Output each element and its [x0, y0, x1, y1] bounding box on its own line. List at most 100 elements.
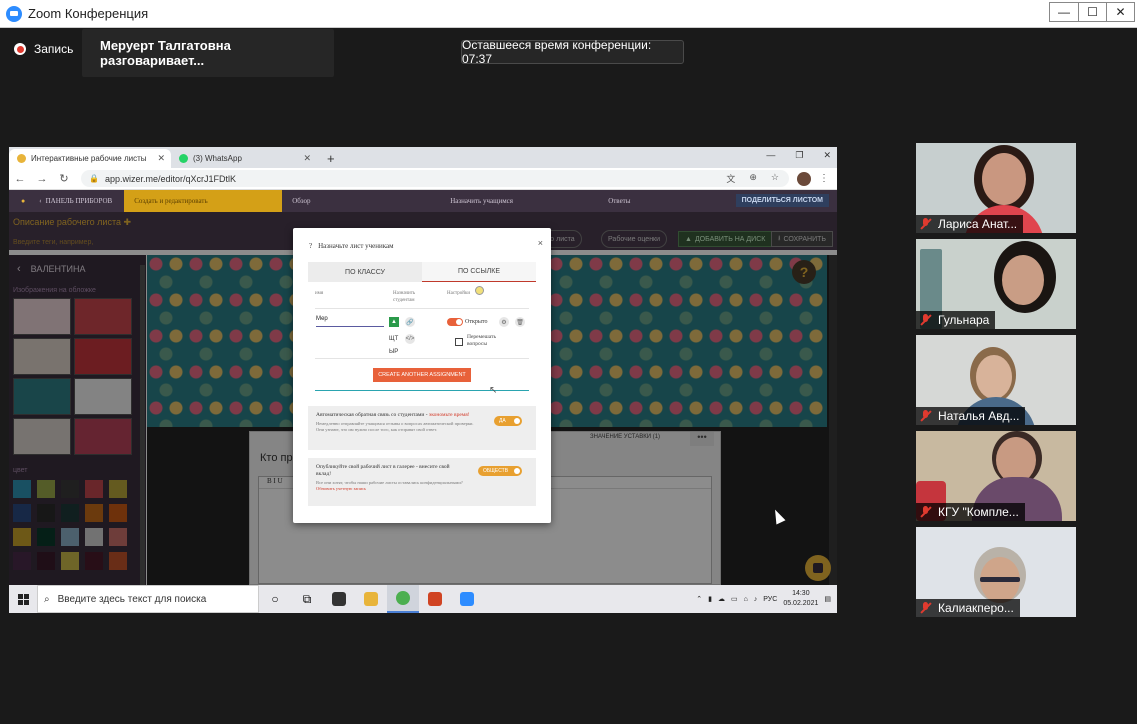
minimize-button[interactable]: — [1050, 3, 1078, 21]
volume-icon[interactable]: ♪ [754, 596, 758, 603]
participant-face [1002, 255, 1044, 305]
taskbar-search[interactable]: ⌕ Введите здесь текст для поиска [37, 585, 259, 613]
shuffle-label: Перемешать вопросы [467, 334, 496, 347]
step-review[interactable]: Обзор [282, 190, 440, 212]
column-students: Назначить студентам [393, 291, 416, 303]
status-label: Открыто [465, 319, 488, 325]
publish-toggle[interactable]: ОБЩЕСТВ [478, 466, 522, 476]
column-settings: Настройки [447, 291, 471, 296]
browser-tab-wizer[interactable]: Интерактивные рабочие листы ✕ [9, 149, 171, 168]
embed-code-icon[interactable]: </> [405, 334, 415, 344]
participant-name: Лариса Анат... [916, 215, 1024, 233]
cortana-icon[interactable]: ○ [259, 585, 291, 613]
windows-start-icon[interactable] [9, 585, 37, 613]
link-icon[interactable]: 🔗 [405, 317, 415, 327]
record-icon [14, 43, 26, 55]
maximize-button[interactable]: ☐ [1078, 3, 1106, 21]
tab-by-link[interactable]: ПО ССЫЛКЕ [422, 262, 536, 282]
reload-icon[interactable]: ↻ [53, 172, 75, 185]
close-icon[interactable]: × [538, 238, 543, 248]
modal-title: ? Назначьте лист ученикам [309, 242, 394, 250]
notifications-icon[interactable]: ▤ [824, 595, 831, 603]
meeting-timer: Оставшееся время конференции: 07:37 [461, 38, 684, 66]
chrome-icon[interactable] [387, 585, 419, 613]
zoom-titlebar: Zoom Конференция — ☐ ✕ [0, 0, 1137, 28]
system-tray: ⌃ ▮ ☁ ▭ ⌂ ♪ РУС 14:30 05.02.2021 ▤ [696, 589, 837, 609]
upgrade-link[interactable]: Обновить учетную запись [316, 486, 366, 491]
cloud-icon[interactable]: ☁ [718, 595, 725, 603]
close-tab-icon[interactable]: ✕ [157, 153, 165, 164]
participant-name: КГУ "Компле... [916, 503, 1025, 521]
task-view-icon[interactable]: ⧉ [291, 585, 323, 613]
file-explorer-icon[interactable] [355, 585, 387, 613]
clock[interactable]: 14:30 05.02.2021 [783, 589, 818, 609]
shuffle-checkbox[interactable] [455, 338, 463, 346]
close-button[interactable]: ✕ [1106, 3, 1134, 21]
search-icon: ⌕ [44, 593, 50, 605]
network-icon[interactable]: ⌂ [744, 596, 748, 603]
assign-modal: ? Назначьте лист ученикам × ПО КЛАССУ ПО … [293, 228, 551, 523]
translate-icon[interactable]: 文 [726, 172, 735, 185]
url-field[interactable]: 🔒 app.wizer.me/editor/qXcrJ1FDtlK 文 ⊕ ☆ [81, 170, 789, 187]
browser-close-button[interactable]: ✕ [823, 150, 831, 161]
battery-icon[interactable]: ▭ [731, 595, 738, 603]
whatsapp-icon [179, 154, 188, 163]
chevron-up-icon[interactable]: ⌃ [696, 595, 702, 603]
mic-muted-icon [920, 218, 932, 230]
powerpoint-icon[interactable] [419, 585, 451, 613]
publish-title: Опубликуйте свой рабочий лист в галерее … [316, 464, 450, 477]
dashboard-label: ПАНЕЛЬ ПРИБОРОВ [45, 197, 113, 205]
auto-feedback-title: Автоматическая обратная связь со студент… [316, 412, 470, 418]
url-text: app.wizer.me/editor/qXcrJ1FDtlK [104, 173, 237, 184]
auto-feedback-toggle[interactable]: ДА [494, 416, 522, 426]
back-arrow-icon[interactable]: ← [9, 173, 31, 185]
dashboard-link[interactable]: ● ‹ ПАНЕЛЬ ПРИБОРОВ [9, 190, 124, 212]
step-create[interactable]: Создать и редактировать [124, 190, 283, 212]
window-controls: — ☐ ✕ [1049, 2, 1135, 22]
participant-video[interactable]: Наталья Авд... [916, 335, 1076, 425]
participant-video[interactable]: Калиакперо... [916, 527, 1076, 617]
participant-video[interactable]: Гульнара [916, 239, 1076, 329]
zoom-icon[interactable]: ⊕ [749, 172, 757, 185]
windows-taskbar: ⌕ Введите здесь текст для поиска ○ ⧉ ⌃ ▮… [9, 585, 837, 613]
star-icon[interactable]: ☆ [771, 172, 779, 185]
step-assign[interactable]: Назначить учащимся [440, 190, 598, 212]
address-bar: ← → ↻ 🔒 app.wizer.me/editor/qXcrJ1FDtlK … [9, 168, 837, 190]
column-name: имя [315, 291, 324, 296]
share-worksheet-button[interactable]: ПОДЕЛИТЬСЯ ЛИСТОМ [735, 194, 829, 207]
browser-tabbar: Интерактивные рабочие листы ✕ (3) WhatsA… [9, 147, 837, 168]
settings-icon[interactable] [475, 286, 484, 295]
recording-indicator[interactable]: Запись [14, 42, 73, 56]
step-answers[interactable]: Ответы [598, 190, 756, 212]
mic-muted-icon [920, 410, 932, 422]
assignment-name-input[interactable]: Мер [316, 316, 384, 327]
tab-title: (3) WhatsApp [193, 154, 242, 163]
create-assignment-button[interactable]: CREATE ANOTHER ASSIGNMENT [373, 368, 471, 382]
delete-icon[interactable]: 🗑 [515, 317, 525, 327]
auto-feedback-desc: Немедленно отправляйте учащимся отзывы о… [316, 421, 474, 432]
shared-screen: Интерактивные рабочие листы ✕ (3) WhatsA… [9, 147, 837, 613]
browser-tab-whatsapp[interactable]: (3) WhatsApp ✕ [171, 149, 317, 168]
join-code: ЩТ ЫР [389, 336, 399, 355]
url-actions: 文 ⊕ ☆ [726, 172, 779, 185]
close-tab-icon[interactable]: ✕ [303, 153, 311, 164]
bulb-icon: ● [21, 197, 26, 205]
tab-by-class[interactable]: ПО КЛАССУ [308, 262, 422, 282]
participant-name: Калиакперо... [916, 599, 1020, 617]
status-toggle[interactable] [447, 318, 463, 326]
store-icon[interactable] [323, 585, 355, 613]
browser-menu-icon[interactable]: ⋮ [819, 173, 829, 184]
students-icon[interactable]: ▲ [389, 317, 399, 327]
new-tab-button[interactable]: + [327, 151, 335, 166]
forward-arrow-icon[interactable]: → [31, 173, 53, 185]
participant-video[interactable]: КГУ "Компле... [916, 431, 1076, 521]
settings-gear-icon[interactable]: ⚙ [499, 317, 509, 327]
mouse-cursor-icon: ↖ [489, 385, 498, 396]
profile-avatar[interactable] [797, 171, 811, 186]
participant-video[interactable]: Лариса Анат... [916, 143, 1076, 233]
browser-minimize-button[interactable]: — [766, 150, 775, 161]
mic-tray-icon[interactable]: ▮ [708, 595, 712, 603]
language-indicator[interactable]: РУС [763, 596, 777, 603]
zoom-taskbar-icon[interactable] [451, 585, 483, 613]
browser-restore-button[interactable]: ❐ [795, 150, 803, 161]
